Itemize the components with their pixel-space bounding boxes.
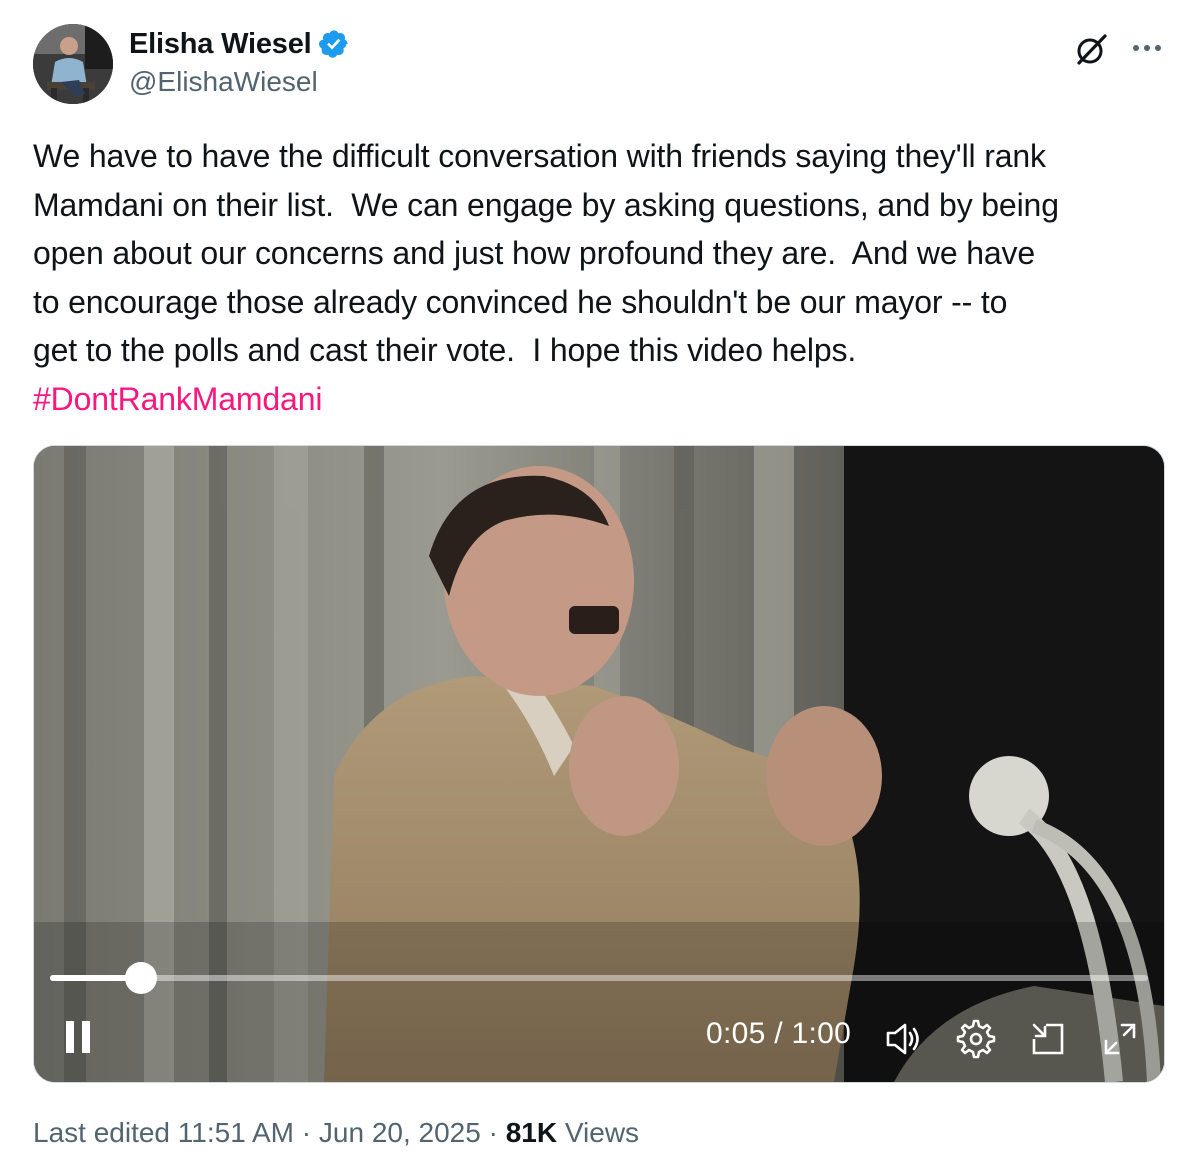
- grok-icon[interactable]: [1073, 32, 1109, 68]
- tweet-body: We have to have the difficult conversati…: [33, 138, 1059, 368]
- tweet-footer: Last edited 11:51 AM · Jun 20, 2025 · 81…: [33, 1117, 639, 1149]
- author-display-name[interactable]: Elisha Wiesel: [129, 28, 312, 61]
- progress-bar[interactable]: [50, 962, 1148, 994]
- tweet-text: We have to have the difficult conversati…: [33, 132, 1173, 423]
- verified-badge-icon[interactable]: [318, 28, 350, 60]
- pause-icon[interactable]: [62, 1019, 96, 1055]
- more-icon[interactable]: [1129, 30, 1165, 66]
- avatar[interactable]: [33, 24, 113, 104]
- video-player[interactable]: 0:05 / 1:00: [33, 445, 1165, 1083]
- progress-handle[interactable]: [125, 962, 158, 994]
- author-block: Elisha Wiesel @ElishaWiesel: [129, 26, 350, 98]
- video-controls: 0:05 / 1:00: [34, 1011, 1164, 1061]
- fullscreen-icon[interactable]: [1100, 1019, 1140, 1059]
- separator: ·: [294, 1117, 319, 1148]
- video-time: 0:05 / 1:00: [706, 1017, 852, 1050]
- picture-in-picture-icon[interactable]: [1028, 1019, 1068, 1059]
- views-count: 81K: [505, 1117, 558, 1148]
- tweet-date[interactable]: Jun 20, 2025: [319, 1117, 481, 1148]
- gear-icon[interactable]: [956, 1019, 996, 1059]
- edited-timestamp[interactable]: Last edited 11:51 AM: [33, 1117, 294, 1148]
- video-frame: [34, 446, 1164, 1082]
- separator: ·: [480, 1117, 506, 1148]
- hashtag-link[interactable]: #DontRankMamdani: [33, 375, 1173, 424]
- author-handle[interactable]: @ElishaWiesel: [129, 66, 350, 98]
- views-label: Views: [564, 1117, 640, 1148]
- tweet-header: Elisha Wiesel @ElishaWiesel: [33, 24, 1165, 106]
- volume-icon[interactable]: [884, 1019, 924, 1059]
